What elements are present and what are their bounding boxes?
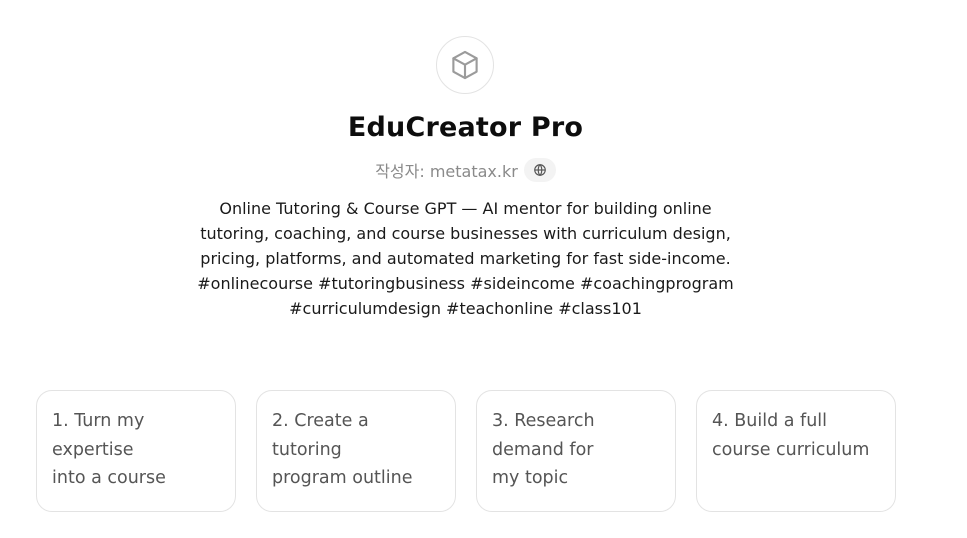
- starter-label: 4. Build a full course curriculum: [712, 411, 870, 460]
- starter-card-1[interactable]: 1. Turn my expertise into a course: [36, 390, 236, 512]
- gpt-description: Online Tutoring & Course GPT — AI mentor…: [197, 199, 734, 318]
- starter-card-3[interactable]: 3. Research demand for my topic: [476, 390, 676, 512]
- conversation-starters: 1. Turn my expertise into a course 2. Cr…: [36, 390, 896, 512]
- starter-card-4[interactable]: 4. Build a full course curriculum: [696, 390, 896, 512]
- gpt-intro-page: EduCreator Pro 작성자: metatax.kr Online Tu…: [0, 0, 967, 538]
- cube-icon: [452, 50, 478, 80]
- starter-card-2[interactable]: 2. Create a tutoring program outline: [256, 390, 456, 512]
- starter-label: 1. Turn my expertise into a course: [52, 411, 166, 488]
- starter-label: 3. Research demand for my topic: [492, 411, 595, 488]
- gpt-avatar: [436, 36, 494, 94]
- author-label: 작성자: metatax.kr: [375, 162, 518, 181]
- gpt-title: EduCreator Pro: [347, 112, 584, 143]
- author-row: 작성자: metatax.kr: [0, 158, 931, 182]
- starter-label: 2. Create a tutoring program outline: [272, 411, 413, 488]
- website-link-button[interactable]: [523, 158, 556, 182]
- globe-icon: [533, 163, 546, 177]
